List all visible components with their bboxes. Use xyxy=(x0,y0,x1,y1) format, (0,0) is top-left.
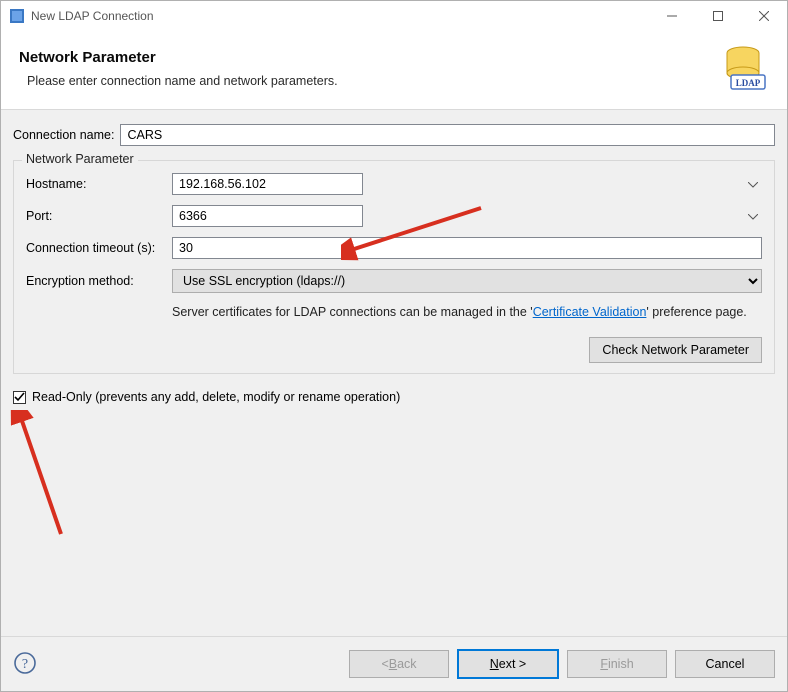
page-title: Network Parameter xyxy=(19,49,713,66)
ldap-icon: LDAP xyxy=(713,45,769,91)
network-parameter-group: Network Parameter Hostname: Port: Connec… xyxy=(13,160,775,374)
cert-hint-text: Server certificates for LDAP connections… xyxy=(172,305,533,319)
wizard-button-bar: ? < Back Next > Finish Cancel xyxy=(1,636,787,691)
connection-name-input[interactable] xyxy=(120,124,775,146)
finish-button: Finish xyxy=(567,650,667,678)
fieldset-legend: Network Parameter xyxy=(22,152,138,166)
checkmark-icon xyxy=(13,391,26,404)
page-subtitle: Please enter connection name and network… xyxy=(27,74,713,88)
check-network-parameter-button[interactable]: Check Network Parameter xyxy=(589,337,762,363)
window-controls xyxy=(649,1,787,31)
minimize-button[interactable] xyxy=(649,1,695,31)
certificate-validation-link[interactable]: Certificate Validation xyxy=(533,305,647,319)
title-bar: New LDAP Connection xyxy=(1,1,787,31)
svg-text:?: ? xyxy=(22,657,28,672)
wizard-header: Network Parameter Please enter connectio… xyxy=(1,31,787,110)
help-icon[interactable]: ? xyxy=(13,651,37,678)
chevron-down-icon xyxy=(748,177,758,191)
svg-text:LDAP: LDAP xyxy=(736,78,761,88)
timeout-input[interactable] xyxy=(172,237,762,259)
dialog-window: New LDAP Connection Network Parameter Pl… xyxy=(0,0,788,692)
chevron-down-icon xyxy=(748,209,758,223)
window-title: New LDAP Connection xyxy=(31,9,649,23)
wizard-body: Connection name: Network Parameter Hostn… xyxy=(1,110,787,636)
readonly-row[interactable]: Read-Only (prevents any add, delete, mod… xyxy=(13,390,775,404)
readonly-label: Read-Only (prevents any add, delete, mod… xyxy=(32,390,400,404)
timeout-label: Connection timeout (s): xyxy=(26,241,160,255)
port-label: Port: xyxy=(26,209,160,223)
readonly-checkbox[interactable] xyxy=(13,391,26,404)
cancel-button[interactable]: Cancel xyxy=(675,650,775,678)
port-combo[interactable] xyxy=(172,205,762,227)
encryption-label: Encryption method: xyxy=(26,274,160,288)
port-input[interactable] xyxy=(172,205,363,227)
certificate-hint: Server certificates for LDAP connections… xyxy=(172,303,762,321)
cert-hint-text: ' preference page. xyxy=(646,305,746,319)
annotation-arrow xyxy=(7,410,87,540)
app-icon xyxy=(9,8,25,24)
connection-name-label: Connection name: xyxy=(13,128,114,142)
encryption-method-select[interactable]: Use SSL encryption (ldaps://) xyxy=(172,269,762,293)
maximize-button[interactable] xyxy=(695,1,741,31)
back-button: < Back xyxy=(349,650,449,678)
close-button[interactable] xyxy=(741,1,787,31)
next-button[interactable]: Next > xyxy=(457,649,559,679)
hostname-combo[interactable] xyxy=(172,173,762,195)
hostname-input[interactable] xyxy=(172,173,363,195)
hostname-label: Hostname: xyxy=(26,177,160,191)
